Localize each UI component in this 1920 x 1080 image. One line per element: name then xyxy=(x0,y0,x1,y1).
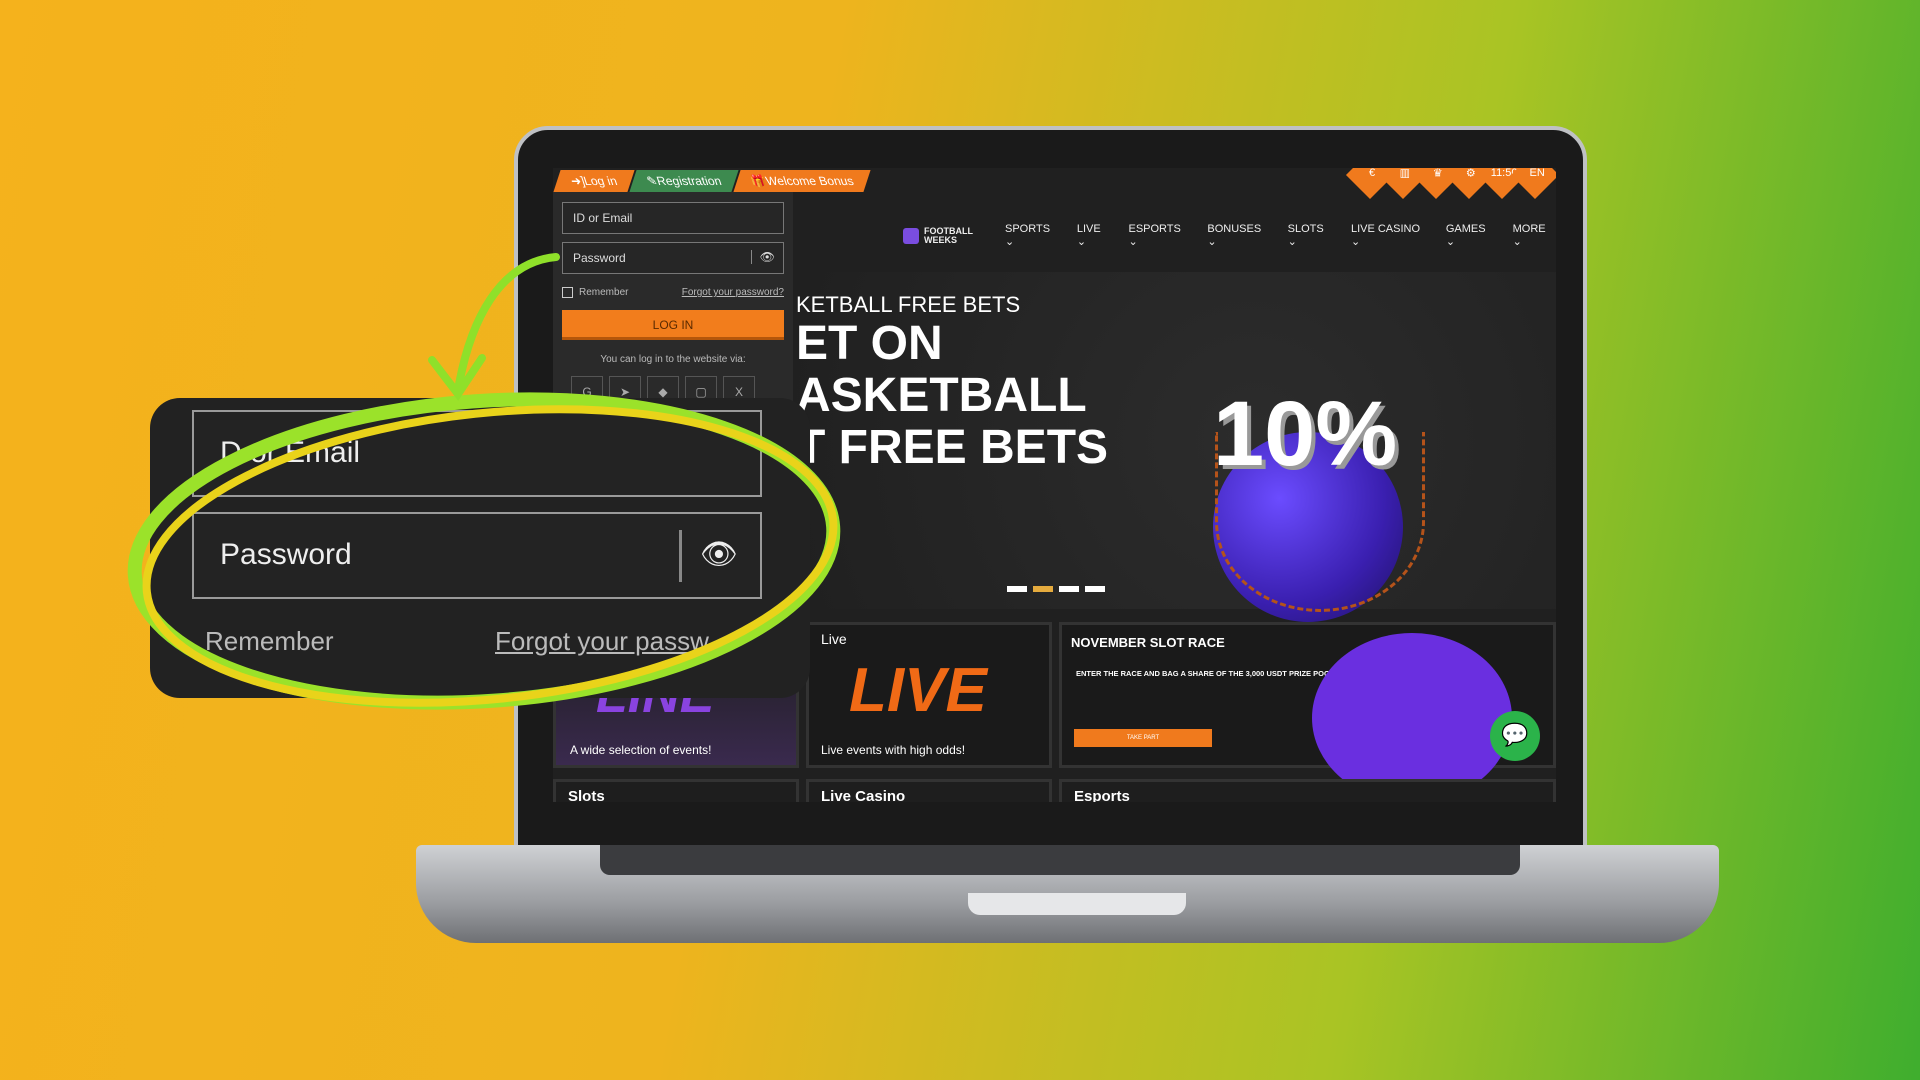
laptop-notch xyxy=(968,893,1186,915)
category-esports[interactable]: Esports xyxy=(1059,779,1556,802)
card-title: Live xyxy=(821,631,847,647)
forgot-password-link[interactable]: Forgot your password? xyxy=(682,287,784,298)
hero-line3: T FREE BETS xyxy=(796,421,1109,474)
slider-dots xyxy=(1007,586,1105,592)
laptop-hinge xyxy=(600,845,1520,875)
nav-live[interactable]: LIVE ⌄ xyxy=(1077,223,1112,248)
callout-forgot: Forgot your passw xyxy=(495,626,709,656)
nav-label: ESPORTS xyxy=(1128,223,1181,235)
slide-dot[interactable] xyxy=(1085,586,1105,592)
remember-checkbox[interactable]: Remember xyxy=(562,287,628,298)
callout-id-field: D or Email xyxy=(192,410,762,497)
auth-tabs: ➜] Log in ✎ Registration 🎁 Welcome Bonus xyxy=(553,170,871,192)
main-nav: FOOTBALL WEEKS SPORTS ⌄ LIVE ⌄ ESPORTS ⌄… xyxy=(903,223,1556,248)
card-title: NOVEMBER SLOT RACE xyxy=(1071,635,1225,650)
x-icon: X xyxy=(734,385,743,399)
password-input[interactable]: Password 👁 xyxy=(562,242,784,274)
nav-label: SPORTS xyxy=(1005,223,1051,235)
callout-eye-slash-icon: 👁 xyxy=(678,530,738,582)
logo-icon xyxy=(903,227,919,244)
login-via-text: You can log in to the website via: xyxy=(600,354,746,365)
logo[interactable]: FOOTBALL WEEKS xyxy=(903,225,984,245)
callout-password-field: Password 👁 xyxy=(192,512,762,599)
hero-line1: ET ON xyxy=(796,317,943,370)
tab-label: Registration xyxy=(654,174,724,188)
nav-label: BONUSES xyxy=(1207,223,1262,235)
language-button[interactable]: EN xyxy=(1510,168,1556,200)
id-email-input[interactable]: ID or Email xyxy=(562,202,784,234)
card-caption: Live events with high odds! xyxy=(821,743,966,757)
hero-subtitle: KETBALL FREE BETS xyxy=(796,292,1021,317)
utility-bar: € ▥ ♛ ⚙ 11:50 EN xyxy=(1345,168,1556,208)
nav-more[interactable]: MORE ⌄ xyxy=(1513,223,1556,248)
tab-registration[interactable]: ✎ Registration xyxy=(629,170,739,192)
login-panel: ID or Email Password 👁 Remember Forgot yo… xyxy=(553,192,793,422)
logo-text: FOOTBALL WEEKS xyxy=(924,225,973,245)
password-placeholder: Password xyxy=(573,251,626,265)
hero-line2: ASKETBALL xyxy=(796,369,1087,422)
callout-remember: Remember xyxy=(205,626,334,656)
tab-label: Welcome Bonus xyxy=(763,174,856,188)
google-icon: G xyxy=(582,385,592,399)
checkbox-box[interactable] xyxy=(562,287,573,298)
category-live-casino[interactable]: Live Casino xyxy=(806,779,1052,802)
language-label: EN xyxy=(1529,168,1545,179)
remember-label: Remember xyxy=(579,287,629,299)
nav-bonuses[interactable]: BONUSES ⌄ xyxy=(1207,223,1270,248)
nav-live-casino[interactable]: LIVE CASINO ⌄ xyxy=(1351,223,1429,248)
category-slots[interactable]: Slots xyxy=(553,779,799,802)
category-label: Live Casino xyxy=(821,788,906,802)
nav-slots[interactable]: SLOTS ⌄ xyxy=(1288,223,1334,248)
callout-password-label: Password xyxy=(220,538,352,571)
login-button[interactable]: LOG IN xyxy=(562,310,784,340)
card-caption: A wide selection of events! xyxy=(570,743,712,757)
tab-label: Log in xyxy=(582,174,620,188)
telegram-icon: ➤ xyxy=(619,385,631,399)
nav-label: GAMES xyxy=(1445,223,1486,235)
twitch-icon: ▢ xyxy=(695,385,707,399)
tab-login[interactable]: ➜] Log in xyxy=(553,170,635,192)
category-label: Esports xyxy=(1074,788,1130,802)
promo-card-slot-race[interactable]: NOVEMBER SLOT RACE ENTER THE RACE AND BA… xyxy=(1059,622,1556,802)
nav-label: MORE xyxy=(1512,223,1546,235)
nav-label: LIVE CASINO xyxy=(1350,223,1421,235)
hero-title: ET ON ASKETBALL T FREE BETS xyxy=(796,318,1108,474)
hero-percent: 10% xyxy=(1213,383,1398,485)
live-art: LIVE xyxy=(849,656,987,725)
nav-sports[interactable]: SPORTS ⌄ xyxy=(1005,223,1060,248)
nav-label: LIVE xyxy=(1076,223,1101,235)
chat-button[interactable]: 💬 xyxy=(1490,711,1540,761)
take-part-button[interactable]: TAKE PART xyxy=(1074,729,1212,747)
chat-bubble-icon: 💬 xyxy=(1501,722,1529,747)
nav-label: SLOTS xyxy=(1287,223,1324,235)
nav-games[interactable]: GAMES ⌄ xyxy=(1446,223,1496,248)
slide-dot[interactable] xyxy=(1007,586,1027,592)
nav-esports[interactable]: ESPORTS ⌄ xyxy=(1128,223,1190,248)
promo-card-live[interactable]: Live LIVE Live events with high odds! xyxy=(806,622,1052,768)
arrow-head-icon xyxy=(428,354,486,401)
eye-slash-icon[interactable]: 👁 xyxy=(750,250,775,264)
slide-dot-active[interactable] xyxy=(1033,586,1053,592)
card-caption: ENTER THE RACE AND BAG A SHARE OF THE 3,… xyxy=(1076,669,1337,678)
metamask-icon: ◆ xyxy=(658,385,668,399)
cowboy-dog-image xyxy=(1312,633,1512,802)
remember-row: Remember Forgot your password? xyxy=(562,287,784,298)
slide-dot[interactable] xyxy=(1059,586,1079,592)
tab-welcome-bonus[interactable]: 🎁 Welcome Bonus xyxy=(733,170,871,192)
category-label: Slots xyxy=(568,788,605,802)
